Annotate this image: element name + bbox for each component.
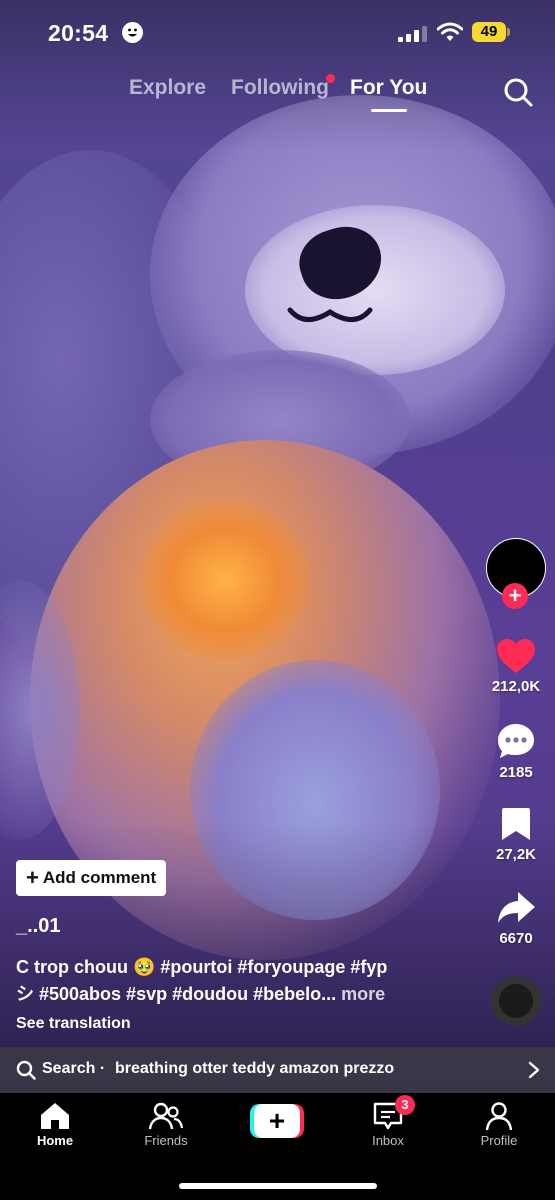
tab-friends[interactable]: Friends (126, 1101, 206, 1148)
more-link[interactable]: more (341, 984, 385, 1004)
status-bar: 20:54 49 (0, 0, 555, 66)
share-count: 6670 (499, 930, 533, 947)
tab-profile-label: Profile (480, 1133, 518, 1148)
wifi-icon (437, 22, 463, 41)
battery-indicator: 49 (472, 22, 506, 42)
video-caption: C trop chouu 🥹 #pourtoi #foryoupage #fyp… (16, 954, 456, 1008)
tab-profile[interactable]: Profile (459, 1101, 539, 1148)
search-suggestion-bar[interactable]: Search · breathing otter teddy amazon pr… (0, 1047, 555, 1093)
share-arrow-icon (498, 892, 535, 923)
save-button[interactable]: 27,2K (466, 806, 555, 863)
search-icon[interactable] (503, 77, 533, 107)
plus-icon: + (26, 865, 39, 890)
comment-button[interactable]: 2185 (466, 722, 555, 781)
tab-inbox-label: Inbox (372, 1133, 404, 1148)
comment-icon (498, 724, 534, 758)
tab-explore[interactable]: Explore (129, 76, 206, 100)
home-icon (41, 1103, 69, 1129)
create-icon: + (254, 1104, 300, 1138)
like-count: 212,0K (491, 678, 541, 695)
save-count: 27,2K (495, 846, 537, 863)
tab-inbox[interactable]: Inbox (348, 1101, 428, 1148)
search-icon (16, 1060, 36, 1080)
top-nav: Explore Following For You (0, 74, 555, 116)
add-comment-label: Add comment (42, 868, 157, 887)
create-button[interactable]: + (250, 1104, 304, 1138)
smiley-icon (122, 22, 143, 43)
inbox-badge: 3 (395, 1095, 415, 1115)
sound-disc-icon[interactable] (491, 976, 541, 1026)
comment-count: 2185 (499, 764, 533, 781)
status-time: 20:54 (48, 20, 109, 46)
home-indicator (179, 1183, 377, 1189)
active-tab-underline (371, 109, 407, 112)
profile-icon (485, 1102, 513, 1131)
creator-username[interactable]: _..01 (16, 915, 60, 938)
share-button[interactable]: 6670 (466, 890, 555, 947)
follow-button[interactable]: + (502, 583, 528, 609)
tab-for-you[interactable]: For You (350, 76, 427, 100)
friends-icon (149, 1102, 183, 1130)
search-suggestion-query: breathing otter teddy amazon prezzo (115, 1060, 395, 1077)
search-suggestion-label: Search · (42, 1060, 106, 1077)
plush-mouth (287, 307, 373, 322)
tab-following[interactable]: Following (231, 76, 329, 100)
like-button[interactable]: 212,0K (466, 638, 555, 695)
heart-icon (497, 639, 535, 673)
bookmark-icon (502, 808, 530, 840)
belly-glow (140, 500, 310, 660)
see-translation-link[interactable]: See translation (16, 1015, 131, 1033)
following-notification-dot (326, 74, 335, 83)
battery-cap (507, 28, 510, 36)
tab-home-label: Home (36, 1133, 74, 1148)
chevron-right-icon (528, 1061, 540, 1079)
add-comment-button[interactable]: + Add comment (16, 860, 167, 896)
tab-friends-label: Friends (144, 1133, 188, 1148)
caption-line-2: シ #500abos #svp #doudou #bebelo... (16, 984, 337, 1004)
caption-line-1: C trop chouu 🥹 #pourtoi #foryoupage #fyp (16, 957, 388, 977)
tiktok-feed-screen: 20:54 49 Explore Following For You + 212… (0, 0, 555, 1200)
cellular-signal-icon (398, 26, 428, 42)
tab-home[interactable]: Home (15, 1101, 95, 1148)
